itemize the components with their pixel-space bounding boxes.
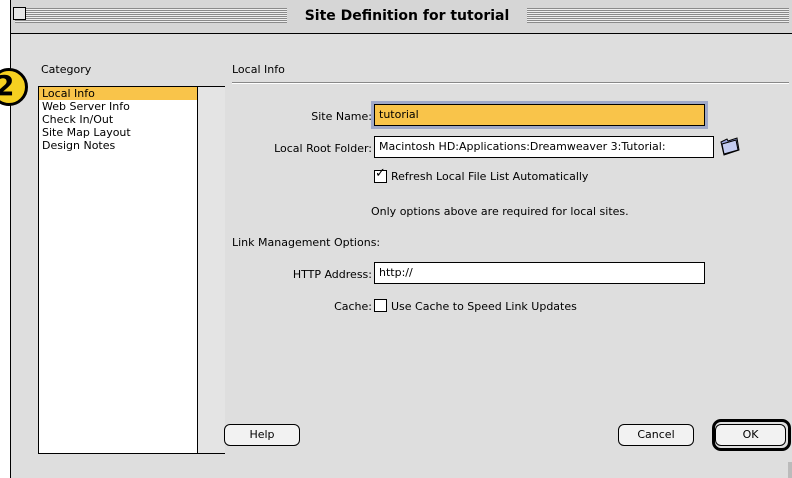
section-title: Local Info bbox=[232, 63, 285, 76]
category-item-web-server-info[interactable]: Web Server Info bbox=[39, 100, 197, 113]
cache-checkbox[interactable] bbox=[374, 299, 387, 312]
local-root-folder-label: Local Root Folder: bbox=[274, 142, 372, 155]
refresh-checkbox[interactable]: ✓ bbox=[374, 166, 387, 183]
ok-button[interactable]: OK bbox=[715, 424, 786, 446]
checkmark-icon: ✓ bbox=[375, 166, 386, 181]
link-management-label: Link Management Options: bbox=[232, 236, 381, 249]
help-button[interactable]: Help bbox=[224, 424, 300, 446]
category-item-local-info[interactable]: Local Info bbox=[39, 87, 197, 100]
category-list[interactable]: Local Info Web Server Info Check In/Out … bbox=[38, 86, 225, 454]
title-bar-stripes-right bbox=[527, 8, 789, 23]
resize-handle[interactable] bbox=[788, 462, 792, 478]
local-root-folder-field[interactable]: Macintosh HD:Applications:Dreamweaver 3:… bbox=[374, 136, 714, 158]
window-title: Site Definition for tutorial bbox=[304, 8, 510, 24]
title-bar-stripes-left bbox=[15, 8, 287, 23]
required-options-note: Only options above are required for loca… bbox=[371, 205, 629, 218]
cancel-button[interactable]: Cancel bbox=[618, 424, 694, 446]
cache-label: Cache: bbox=[334, 300, 372, 313]
section-divider bbox=[232, 82, 789, 84]
folder-icon[interactable] bbox=[719, 137, 741, 157]
category-item-site-map-layout[interactable]: Site Map Layout bbox=[39, 126, 197, 139]
http-address-label: HTTP Address: bbox=[292, 268, 372, 281]
title-bar[interactable]: Site Definition for tutorial bbox=[11, 0, 792, 34]
site-name-field[interactable]: tutorial bbox=[374, 104, 705, 126]
site-definition-window: Site Definition for tutorial Category Lo… bbox=[10, 0, 792, 478]
refresh-checkbox-label[interactable]: Refresh Local File List Automatically bbox=[391, 170, 588, 183]
category-item-check-in-out[interactable]: Check In/Out bbox=[39, 113, 197, 126]
site-name-label: Site Name: bbox=[311, 110, 372, 123]
category-item-design-notes[interactable]: Design Notes bbox=[39, 139, 197, 152]
cache-checkbox-label[interactable]: Use Cache to Speed Link Updates bbox=[391, 300, 577, 313]
http-address-field[interactable]: http:// bbox=[374, 262, 705, 284]
close-box-icon[interactable] bbox=[13, 7, 26, 20]
category-label: Category bbox=[41, 63, 92, 76]
